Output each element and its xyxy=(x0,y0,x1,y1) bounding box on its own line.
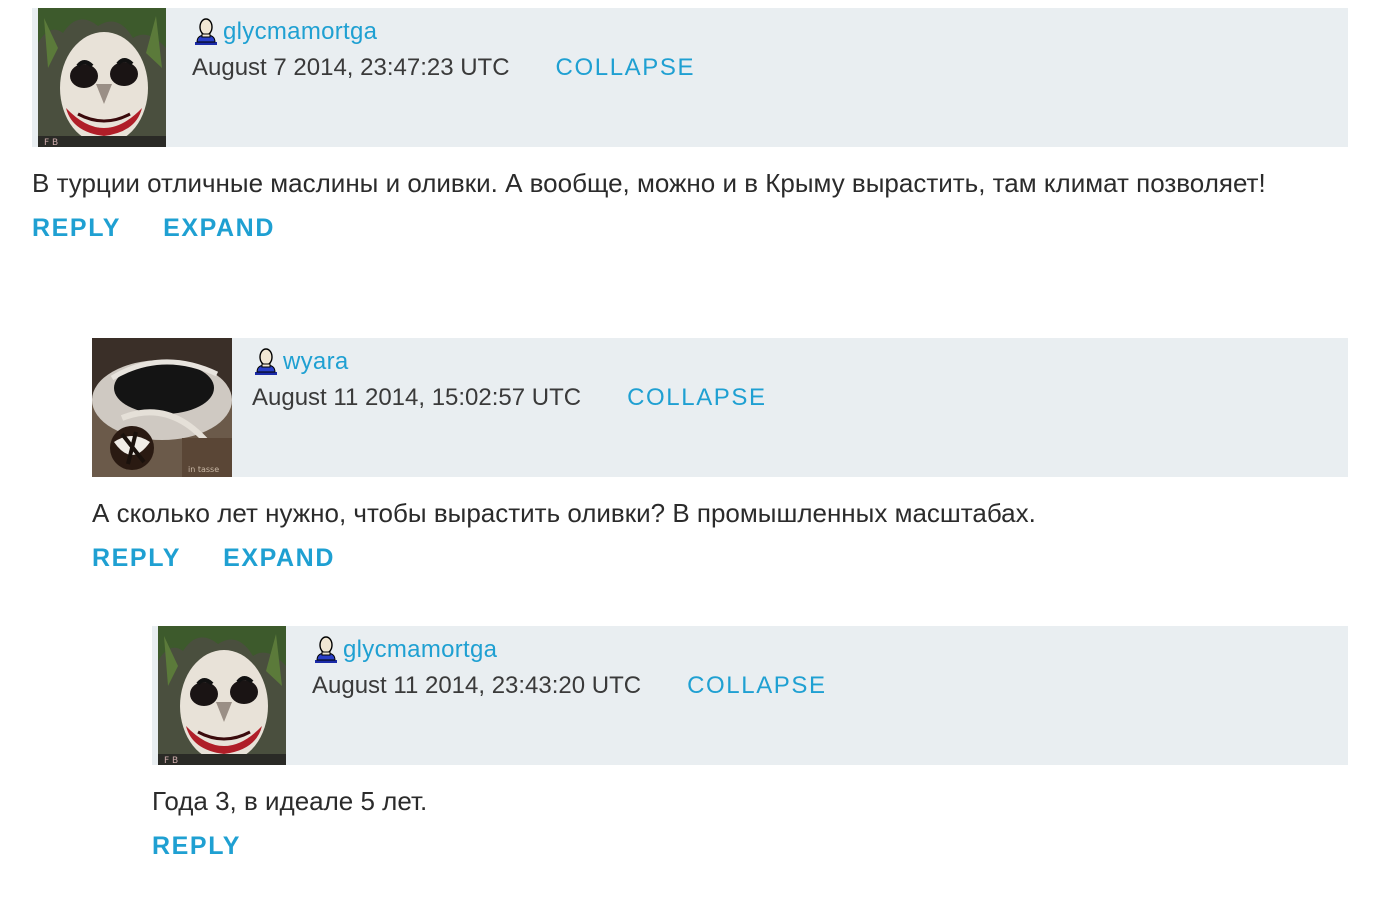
collapse-button[interactable]: COLLAPSE xyxy=(687,672,827,700)
comment-header: glycmamortga August 11 2014, 23:43:20 UT… xyxy=(152,626,1348,765)
comment-actions: REPLY xyxy=(152,832,1348,861)
joker-face-avatar-icon xyxy=(38,8,166,147)
comment-2: wyara August 11 2014, 15:02:57 UTC COLLA… xyxy=(92,338,1348,573)
avatar[interactable] xyxy=(158,626,286,765)
user-icon xyxy=(252,348,280,376)
comment-header: glycmamortga August 7 2014, 23:47:23 UTC… xyxy=(32,8,1348,147)
meta-row: August 11 2014, 23:43:20 UTC COLLAPSE xyxy=(312,670,827,702)
user-icon xyxy=(192,18,220,46)
comment-actions: REPLY EXPAND xyxy=(92,544,1348,573)
author-link[interactable]: glycmamortga xyxy=(343,636,497,664)
comment-3: glycmamortga August 11 2014, 23:43:20 UT… xyxy=(152,626,1348,861)
expand-button[interactable]: EXPAND xyxy=(223,544,335,573)
meta-row: August 11 2014, 15:02:57 UTC COLLAPSE xyxy=(252,382,767,414)
collapse-button[interactable]: COLLAPSE xyxy=(556,54,696,82)
reply-button[interactable]: REPLY xyxy=(92,544,181,573)
avatar[interactable] xyxy=(38,8,166,147)
comment-timestamp: August 7 2014, 23:47:23 UTC xyxy=(192,54,510,81)
comment-actions: REPLY EXPAND xyxy=(32,214,1348,243)
user-icon xyxy=(312,636,340,664)
meta-row: August 7 2014, 23:47:23 UTC COLLAPSE xyxy=(192,52,695,84)
joker-face-avatar-icon xyxy=(158,626,286,765)
comment-body: Года 3, в идеале 5 лет. xyxy=(152,786,428,816)
reply-button[interactable]: REPLY xyxy=(152,832,241,861)
comment-header: wyara August 11 2014, 15:02:57 UTC COLLA… xyxy=(92,338,1348,477)
comment-timestamp: August 11 2014, 23:43:20 UTC xyxy=(312,672,642,699)
comment-body: В турции отличные маслины и оливки. А во… xyxy=(32,168,1266,198)
comment-1: glycmamortga August 7 2014, 23:47:23 UTC… xyxy=(32,8,1348,243)
author-row: glycmamortga xyxy=(312,634,497,666)
comment-timestamp: August 11 2014, 15:02:57 UTC xyxy=(252,384,582,411)
author-row: glycmamortga xyxy=(192,16,377,48)
reply-button[interactable]: REPLY xyxy=(32,214,121,243)
author-link[interactable]: wyara xyxy=(283,348,349,376)
collapse-button[interactable]: COLLAPSE xyxy=(627,384,767,412)
author-link[interactable]: glycmamortga xyxy=(223,18,377,46)
comment-body: А сколько лет нужно, чтобы вырастить оли… xyxy=(92,498,1036,528)
avatar[interactable] xyxy=(92,338,232,477)
teacup-photo-avatar-icon xyxy=(92,338,232,477)
expand-button[interactable]: EXPAND xyxy=(163,214,275,243)
author-row: wyara xyxy=(252,346,349,378)
